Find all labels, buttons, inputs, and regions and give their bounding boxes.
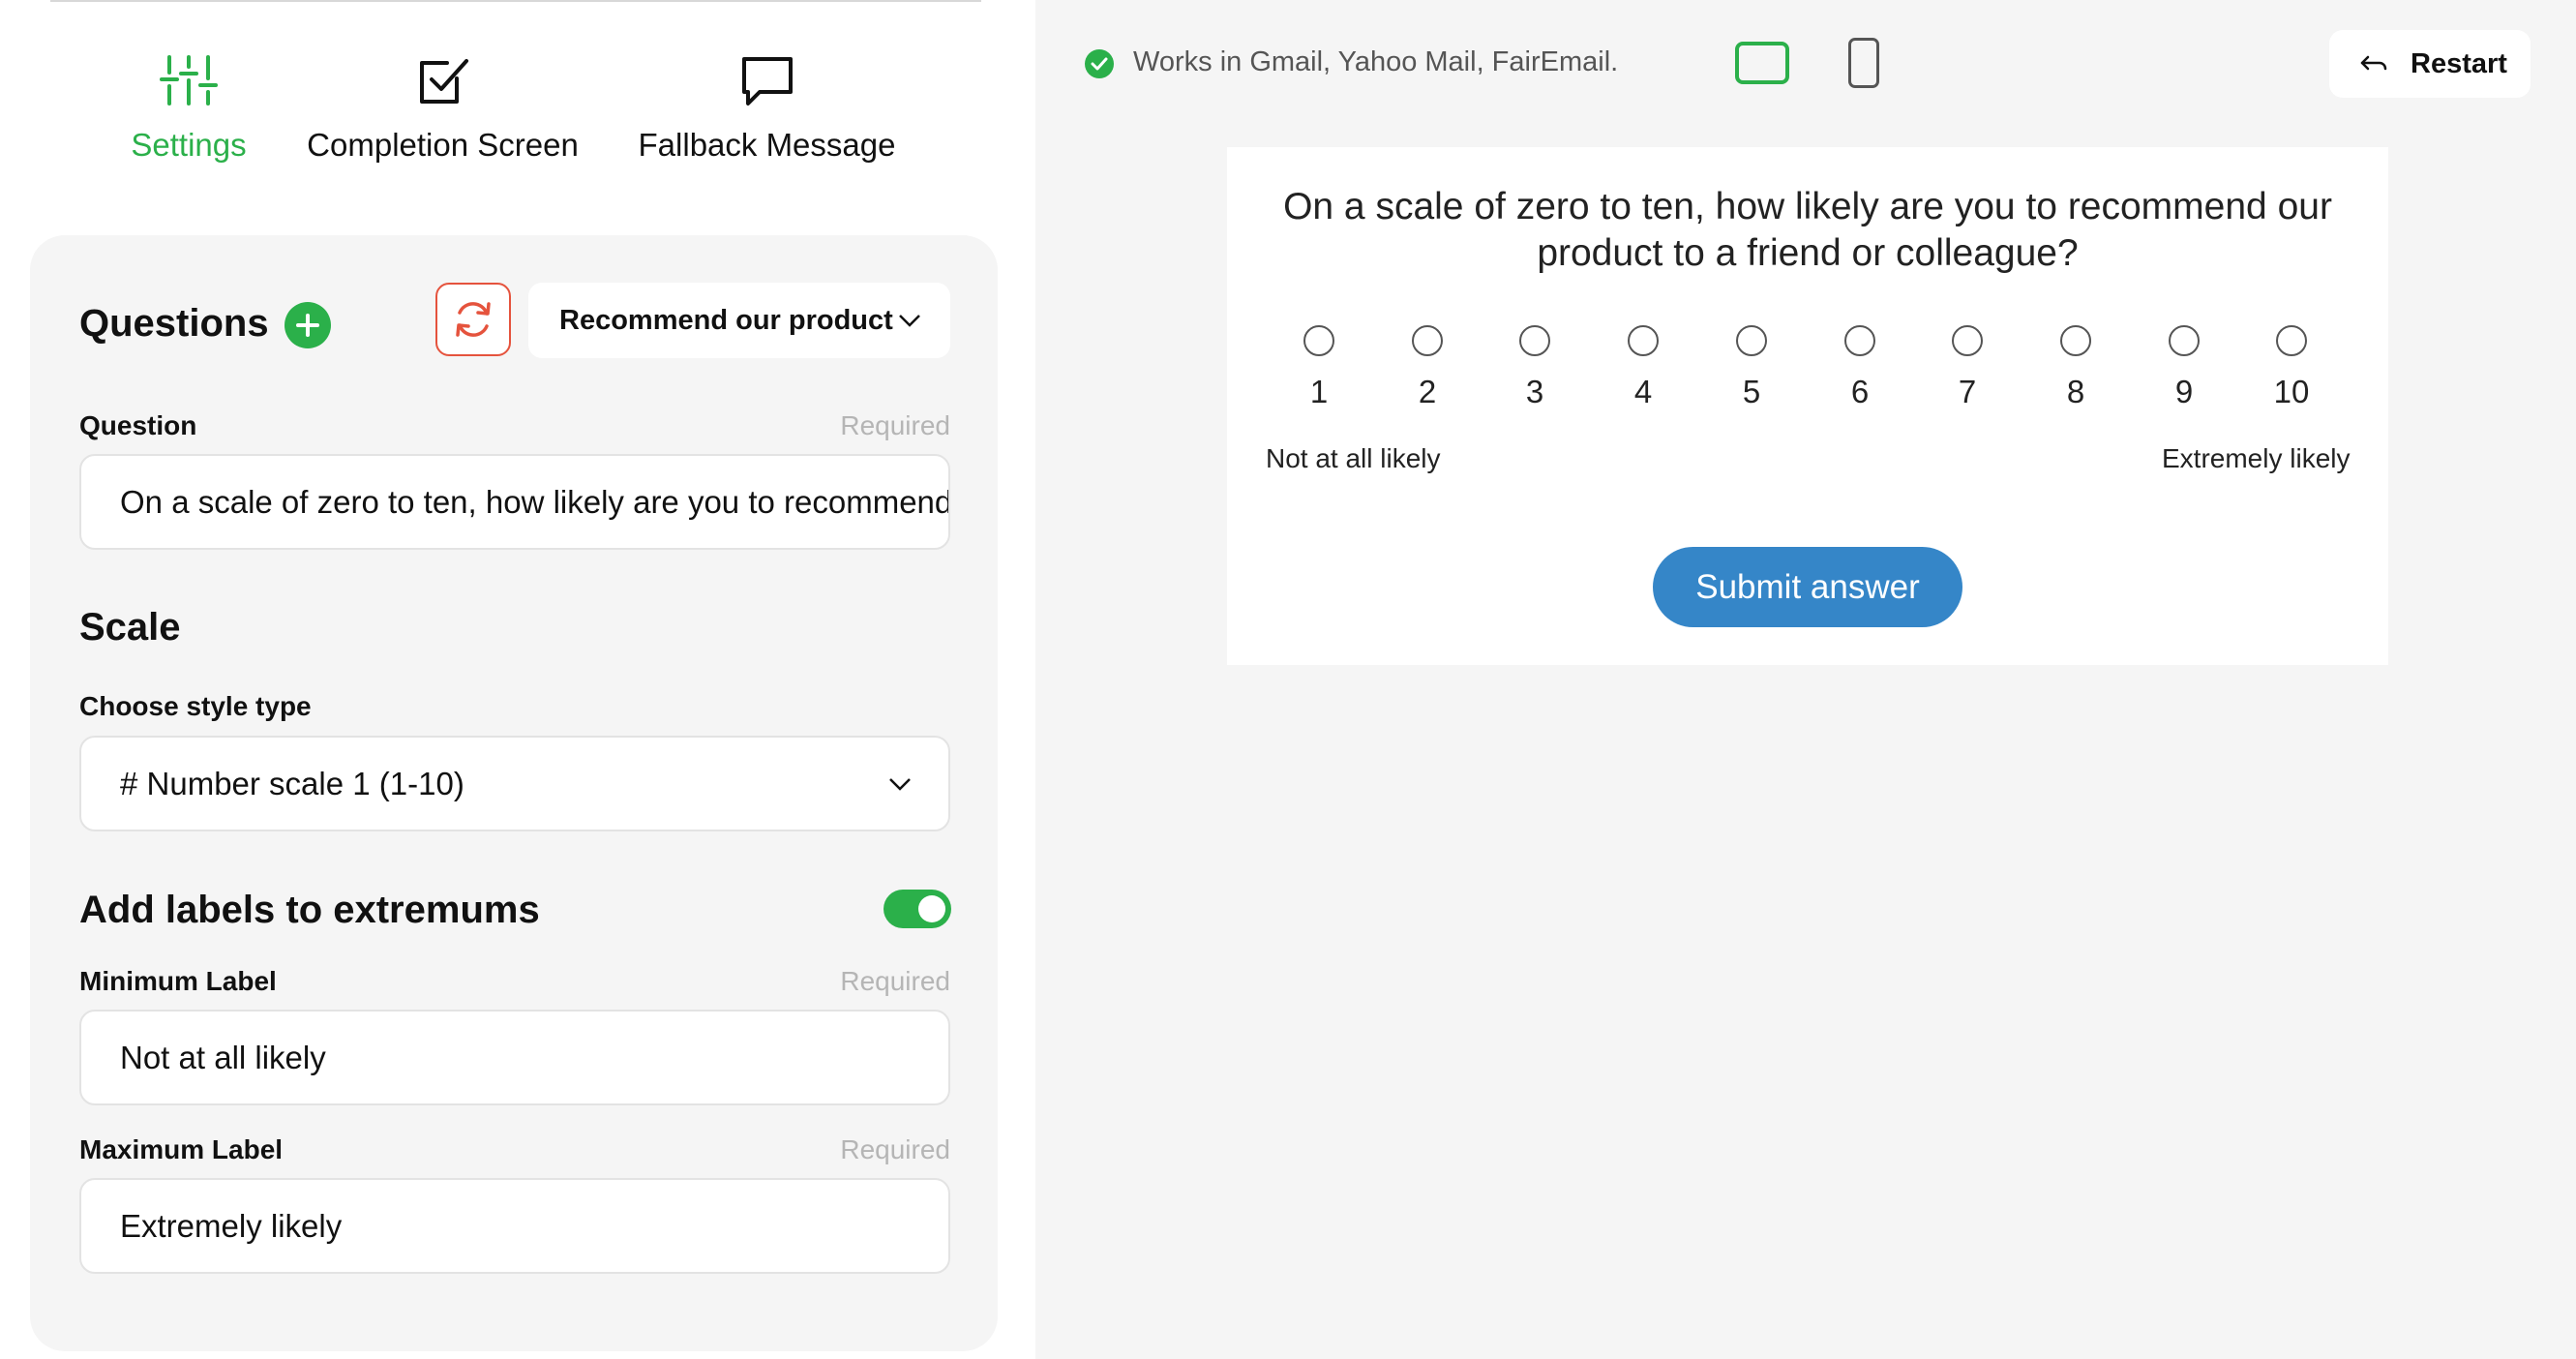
compatibility-note: Works in Gmail, Yahoo Mail, FairEmail. [1133, 46, 1619, 77]
scale-number: 2 [1418, 374, 1437, 409]
restart-button[interactable]: Restart [2329, 30, 2531, 98]
required-hint: Required [840, 1134, 950, 1164]
questions-heading: Questions [79, 302, 269, 345]
restart-label: Restart [2411, 47, 2507, 79]
tab-fallback-label: Fallback Message [638, 127, 896, 163]
question-select[interactable]: Recommend our product [528, 283, 950, 358]
plus-icon [296, 314, 319, 337]
extremums-heading: Add labels to extremums [79, 889, 540, 931]
back-arrow-icon [2360, 55, 2387, 71]
scale-radio-2[interactable] [1412, 325, 1443, 356]
scale-number: 4 [1633, 374, 1653, 409]
preview-max-label: Extremely likely [2162, 443, 2351, 473]
tab-completion-label: Completion Screen [307, 127, 579, 163]
scale-radio-9[interactable] [2169, 325, 2200, 356]
add-question-button[interactable] [285, 302, 331, 348]
scale-number: 5 [1742, 374, 1761, 409]
chevron-down-icon [889, 777, 911, 791]
tab-settings[interactable]: Settings [106, 53, 271, 164]
scale-heading: Scale [79, 606, 181, 649]
submit-label: Submit answer [1695, 567, 1920, 606]
required-hint: Required [840, 966, 950, 996]
chevron-down-icon [899, 315, 920, 327]
scale-radio-5[interactable] [1736, 325, 1767, 356]
toggle-knob [918, 895, 945, 922]
extremums-toggle[interactable] [884, 890, 951, 928]
tab-fallback-message[interactable]: Fallback Message [624, 53, 910, 164]
tab-completion-screen[interactable]: Completion Screen [295, 53, 590, 164]
preview-min-label: Not at all likely [1266, 443, 1441, 473]
refresh-icon [456, 302, 491, 337]
scale-radio-3[interactable] [1519, 325, 1550, 356]
style-type-select[interactable]: # Number scale 1 (1-10) [79, 736, 950, 831]
submit-answer-button[interactable]: Submit answer [1653, 547, 1962, 627]
scale-radio-6[interactable] [1844, 325, 1875, 356]
scale-number: 8 [2066, 374, 2085, 409]
chat-bubble-icon [624, 53, 910, 111]
checkbox-icon [295, 53, 590, 111]
question-input-value: On a scale of zero to ten, how likely ar… [120, 483, 950, 520]
refresh-button[interactable] [435, 283, 511, 356]
preview-question: On a scale of zero to ten, how likely ar… [1283, 186, 2332, 274]
scale-radio-10[interactable] [2276, 325, 2307, 356]
scale-number: 6 [1850, 374, 1870, 409]
desktop-view-icon[interactable] [1735, 42, 1789, 84]
max-label-input[interactable]: Extremely likely [79, 1178, 950, 1274]
scale-number: 7 [1958, 374, 1977, 409]
scale-radio-8[interactable] [2060, 325, 2091, 356]
required-hint: Required [840, 410, 950, 440]
style-type-label: Choose style type [79, 691, 312, 721]
style-type-value: # Number scale 1 (1-10) [120, 765, 464, 801]
scale-radio-7[interactable] [1952, 325, 1983, 356]
scale-number: 9 [2174, 374, 2194, 409]
check-circle-icon [1085, 49, 1114, 78]
scale-radio-4[interactable] [1628, 325, 1659, 356]
mobile-view-icon[interactable] [1848, 38, 1879, 88]
min-label-input[interactable]: Not at all likely [79, 1010, 950, 1105]
min-label-field-label: Minimum Label [79, 966, 277, 996]
sliders-icon [106, 53, 271, 111]
question-input[interactable]: On a scale of zero to ten, how likely ar… [79, 454, 950, 550]
scale-number: 1 [1309, 374, 1329, 409]
scale-radio-1[interactable] [1303, 325, 1334, 356]
max-label-field-label: Maximum Label [79, 1134, 284, 1164]
min-label-input-value: Not at all likely [120, 1039, 326, 1075]
tab-settings-label: Settings [131, 127, 247, 163]
max-label-input-value: Extremely likely [120, 1207, 343, 1244]
question-field-label: Question [79, 410, 197, 440]
scale-number: 3 [1525, 374, 1544, 409]
divider [50, 0, 981, 2]
scale-number: 10 [2273, 374, 2310, 409]
question-select-value: Recommend our product [559, 304, 893, 336]
